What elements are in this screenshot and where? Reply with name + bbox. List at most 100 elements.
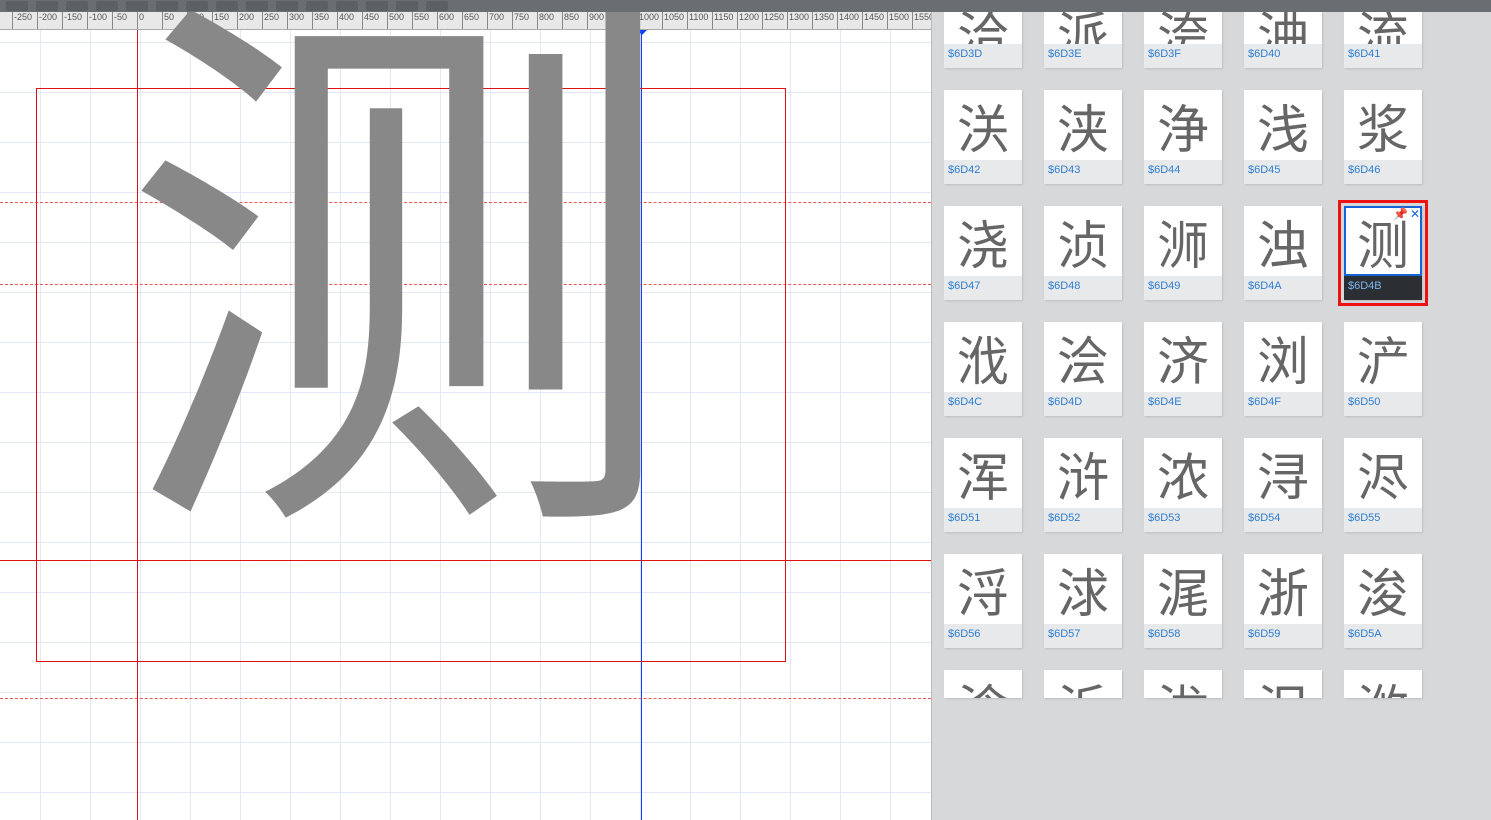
glyph-cell[interactable]: 浛 bbox=[944, 670, 1022, 698]
glyph-grid: 洽$6D3D 派$6D3E 洿$6D3F 浀$6D40 流$6D41 浂$6D42 浃$6D… bbox=[944, 12, 1479, 698]
ruler-tick: 1500 bbox=[887, 12, 909, 29]
glyph-code: $6D4D bbox=[1044, 392, 1122, 416]
glyph-code: $6D51 bbox=[944, 508, 1022, 532]
glyph-cell[interactable]: 浍$6D4D bbox=[1044, 322, 1122, 416]
glyph-cell[interactable]: 浘$6D58 bbox=[1144, 554, 1222, 648]
glyph-cell[interactable]: 浝 bbox=[1144, 670, 1222, 698]
glyph-preview: 浓 bbox=[1144, 438, 1222, 508]
glyph-cell[interactable]: 浜 bbox=[1044, 670, 1122, 698]
glyph-preview: 浄 bbox=[1144, 90, 1222, 160]
glyph-code: $6D4C bbox=[944, 392, 1022, 416]
glyph-preview: 洿 bbox=[1144, 12, 1222, 44]
toolbar-button[interactable] bbox=[126, 1, 148, 11]
glyph-preview: 浞 bbox=[1244, 670, 1322, 698]
glyph-code: $6D4B bbox=[1344, 276, 1422, 300]
glyph-code: $6D58 bbox=[1144, 624, 1222, 648]
glyph-code: $6D50 bbox=[1344, 392, 1422, 416]
glyph-code: $6D48 bbox=[1044, 276, 1122, 300]
toolbar-button[interactable] bbox=[396, 1, 418, 11]
glyph-cell[interactable]: 派$6D3E bbox=[1044, 12, 1122, 68]
toolbar-button[interactable] bbox=[156, 1, 178, 11]
glyph-preview: 浌 bbox=[944, 322, 1022, 392]
glyph-code: $6D45 bbox=[1244, 160, 1322, 184]
glyph-cell[interactable]: 浚$6D5A bbox=[1344, 554, 1422, 648]
glyph-preview: 流 bbox=[1344, 12, 1422, 44]
toolbar-button[interactable] bbox=[306, 1, 328, 11]
glyph-cell[interactable]: 浂$6D42 bbox=[944, 90, 1022, 184]
glyph-cell[interactable]: 浗$6D57 bbox=[1044, 554, 1122, 648]
glyph-cell[interactable]: 浏$6D4F bbox=[1244, 322, 1322, 416]
toolbar-button[interactable] bbox=[246, 1, 268, 11]
ruler-tick: -250 bbox=[12, 12, 32, 29]
glyph-cell[interactable]: 浖$6D56 bbox=[944, 554, 1022, 648]
close-icon[interactable]: ✕ bbox=[1410, 208, 1420, 220]
glyph-code: $6D55 bbox=[1344, 508, 1422, 532]
glyph-cell[interactable]: 浐$6D50 bbox=[1344, 322, 1422, 416]
ruler-tick: 1350 bbox=[812, 12, 834, 29]
glyph-cell[interactable]: 浃$6D43 bbox=[1044, 90, 1122, 184]
glyph-code: $6D59 bbox=[1244, 624, 1322, 648]
glyph-preview: 测📌✕ bbox=[1344, 206, 1422, 276]
glyph-cell[interactable]: 测📌✕$6D4B bbox=[1344, 206, 1422, 300]
glyph-cell[interactable]: 浕$6D55 bbox=[1344, 438, 1422, 532]
ruler-tick: 1550 bbox=[912, 12, 932, 29]
toolbar-button[interactable] bbox=[66, 1, 88, 11]
glyph-canvas[interactable]: 测 bbox=[0, 30, 931, 820]
glyph-code: $6D3D bbox=[944, 44, 1022, 68]
toolbar-button[interactable] bbox=[186, 1, 208, 11]
toolbar-button[interactable] bbox=[6, 1, 28, 11]
toolbar-button[interactable] bbox=[366, 1, 388, 11]
glyph-preview: 浈 bbox=[1044, 206, 1122, 276]
glyph-cell[interactable]: 浀$6D40 bbox=[1244, 12, 1322, 68]
glyph-canvas-area[interactable]: -250-200-150-100-50050100150200250300350… bbox=[0, 12, 932, 820]
glyph-cell[interactable]: 浇$6D47 bbox=[944, 206, 1022, 300]
glyph-preview: 浂 bbox=[944, 90, 1022, 160]
toolbar-button[interactable] bbox=[336, 1, 358, 11]
glyph-code: $6D43 bbox=[1044, 160, 1122, 184]
glyph-preview: 浏 bbox=[1244, 322, 1322, 392]
glyph-cell[interactable]: 浌$6D4C bbox=[944, 322, 1022, 416]
current-glyph-outline[interactable]: 测 bbox=[120, 12, 680, 560]
ruler-tick: -100 bbox=[87, 12, 107, 29]
glyph-cell[interactable]: 浓$6D53 bbox=[1144, 438, 1222, 532]
glyph-code: $6D4E bbox=[1144, 392, 1222, 416]
glyph-preview: 浛 bbox=[944, 670, 1022, 698]
glyph-code: $6D54 bbox=[1244, 508, 1322, 532]
glyph-cell[interactable]: 浆$6D46 bbox=[1344, 90, 1422, 184]
glyph-cell[interactable]: 浅$6D45 bbox=[1244, 90, 1322, 184]
glyph-cell[interactable]: 浊$6D4A bbox=[1244, 206, 1322, 300]
glyph-code: $6D3F bbox=[1144, 44, 1222, 68]
glyph-cell[interactable]: 济$6D4E bbox=[1144, 322, 1222, 416]
glyph-cell[interactable]: 浄$6D44 bbox=[1144, 90, 1222, 184]
glyph-browser-panel[interactable]: 洽$6D3D 派$6D3E 洿$6D3F 浀$6D40 流$6D41 浂$6D42 浃$6D… bbox=[932, 12, 1491, 820]
toolbar-button[interactable] bbox=[216, 1, 238, 11]
glyph-cell[interactable]: 浒$6D52 bbox=[1044, 438, 1122, 532]
glyph-cell[interactable]: 洽$6D3D bbox=[944, 12, 1022, 68]
glyph-preview: 浊 bbox=[1244, 206, 1322, 276]
glyph-preview: 浅 bbox=[1244, 90, 1322, 160]
glyph-cell[interactable]: 洿$6D3F bbox=[1144, 12, 1222, 68]
glyph-code: $6D41 bbox=[1344, 44, 1422, 68]
glyph-preview: 浙 bbox=[1244, 554, 1322, 624]
horizontal-guide-dashed[interactable] bbox=[0, 698, 931, 699]
glyph-code: $6D49 bbox=[1144, 276, 1222, 300]
glyph-cell[interactable]: 浉$6D49 bbox=[1144, 206, 1222, 300]
glyph-preview: 浖 bbox=[944, 554, 1022, 624]
toolbar-button[interactable] bbox=[96, 1, 118, 11]
glyph-preview: 浘 bbox=[1144, 554, 1222, 624]
glyph-cell[interactable]: 浔$6D54 bbox=[1244, 438, 1322, 532]
glyph-preview: 浆 bbox=[1344, 90, 1422, 160]
glyph-cell[interactable]: 浟 bbox=[1344, 670, 1422, 698]
toolbar-button[interactable] bbox=[36, 1, 58, 11]
toolbar-button[interactable] bbox=[276, 1, 298, 11]
glyph-cell[interactable]: 流$6D41 bbox=[1344, 12, 1422, 68]
glyph-cell[interactable]: 浞 bbox=[1244, 670, 1322, 698]
glyph-cell[interactable]: 浙$6D59 bbox=[1244, 554, 1322, 648]
ruler-tick: 1200 bbox=[737, 12, 759, 29]
ruler-tick: 1100 bbox=[687, 12, 708, 29]
glyph-code: $6D3E bbox=[1044, 44, 1122, 68]
glyph-code: $6D57 bbox=[1044, 624, 1122, 648]
toolbar-button[interactable] bbox=[426, 1, 448, 11]
glyph-cell[interactable]: 浑$6D51 bbox=[944, 438, 1022, 532]
glyph-cell[interactable]: 浈$6D48 bbox=[1044, 206, 1122, 300]
